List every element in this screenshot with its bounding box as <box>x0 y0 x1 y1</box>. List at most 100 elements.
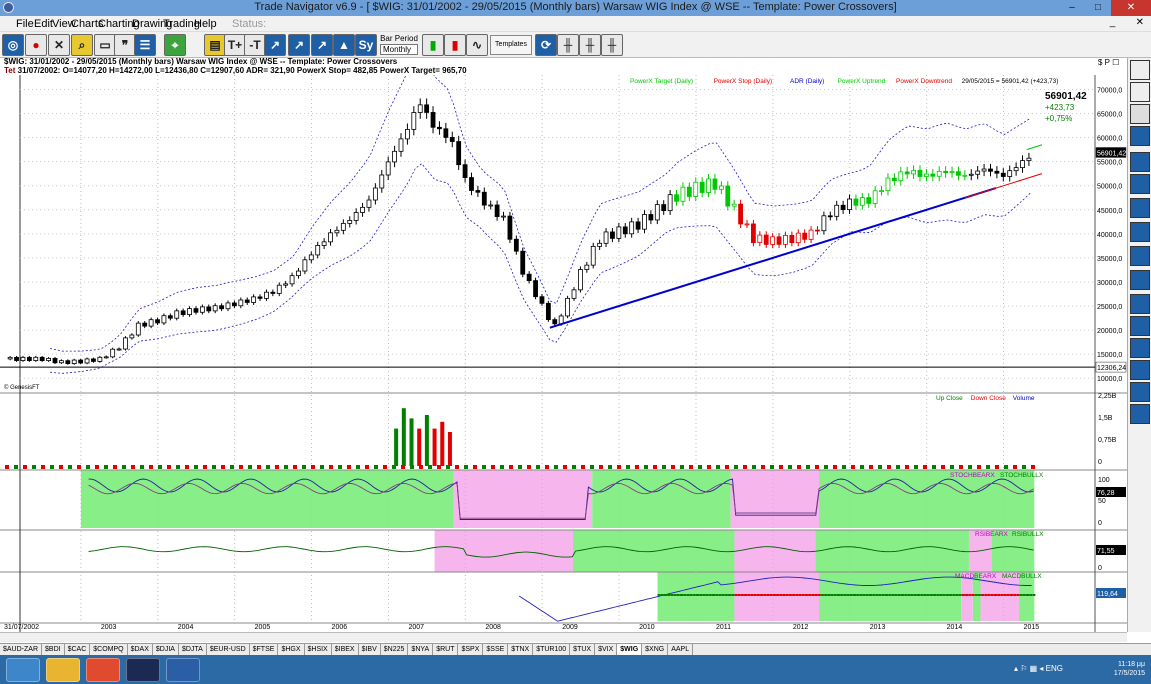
candle-body <box>456 141 462 166</box>
symbol-tab[interactable]: $DAX <box>128 644 153 655</box>
traffic-light-icon[interactable]: ● <box>25 34 47 56</box>
retracement-icon[interactable] <box>1130 360 1150 380</box>
signal-marker <box>671 465 675 469</box>
chart-plus-icon[interactable]: ↗ <box>311 34 333 56</box>
candle-chart-icon[interactable]: ▮ <box>444 34 466 56</box>
menu-file[interactable]: File <box>16 18 34 30</box>
dollar-icon[interactable] <box>1130 198 1150 218</box>
chart-corner-buttons[interactable]: $ P ☐ <box>1098 58 1119 67</box>
report-icon[interactable]: ▤ <box>204 34 226 56</box>
remove-indicator-icon[interactable]: -T <box>244 34 266 56</box>
macd-signal-marker <box>830 594 834 596</box>
symbol-tab[interactable]: $N225 <box>381 644 409 655</box>
symbol-tab[interactable]: $SPX <box>458 644 484 655</box>
stoch-axis-label: 50 <box>1098 498 1106 505</box>
zoom-out-icon[interactable]: ╫ <box>579 34 601 56</box>
macd-signal-marker <box>1029 594 1033 596</box>
symbol-tab[interactable]: $IBEX <box>332 644 359 655</box>
maximize-button[interactable]: □ <box>1085 0 1111 16</box>
symbol-tab[interactable]: $HSIX <box>305 644 332 655</box>
symbol-tab[interactable]: $WIG <box>617 644 643 655</box>
symbol-tab[interactable]: $DJIA <box>153 644 179 655</box>
candle-body <box>629 221 635 235</box>
menu-edit[interactable]: Edit <box>34 18 53 30</box>
symbol-tab[interactable]: $XNG <box>642 644 669 655</box>
word-icon[interactable] <box>166 658 200 682</box>
zoom-in-icon[interactable] <box>1130 82 1150 102</box>
symbol-icon[interactable]: Sy <box>355 34 377 56</box>
chart-info-text: $WIG: 31/01/2002 - 29/05/2015 (Monthly b… <box>4 57 398 66</box>
ellipse-icon[interactable] <box>1130 316 1150 336</box>
trade-navigator-icon[interactable] <box>126 658 160 682</box>
bar-period-value[interactable]: Monthly <box>380 44 418 55</box>
trade-icon[interactable]: ⌖ <box>164 34 186 56</box>
symbol-tab[interactable]: $HGX <box>278 644 305 655</box>
candle-body <box>405 128 410 140</box>
symbol-tab[interactable]: $RUT <box>433 644 459 655</box>
minimize-button[interactable]: – <box>1059 0 1085 16</box>
add-chart-icon[interactable]: ↗ <box>288 34 310 56</box>
language-indicator[interactable]: ENG <box>1046 664 1063 673</box>
symbol-tab[interactable]: $IBV <box>359 644 381 655</box>
templates-button[interactable]: Templates <box>490 35 532 55</box>
trendline-icon[interactable] <box>1130 152 1150 172</box>
symbol-tab[interactable]: $TNX <box>508 644 534 655</box>
text-icon[interactable] <box>1130 294 1150 314</box>
chart-svg[interactable]: 2003 2004 2005 2006 2007 2008 2009 2010 2011 2012… <box>0 47 1127 632</box>
quote-board-icon[interactable]: ▭ <box>94 34 116 56</box>
symbol-tab[interactable]: $EUR-USD <box>207 644 250 655</box>
line-chart-icon[interactable]: ↗ <box>264 34 286 56</box>
candle-body <box>770 236 776 245</box>
symbol-tab[interactable]: $CAC <box>65 644 91 655</box>
symbol-tab[interactable]: $SSE <box>483 644 509 655</box>
symbol-tab[interactable]: AAPL <box>668 644 694 655</box>
x-tick-label: 2010 <box>639 624 655 631</box>
chrome-icon[interactable] <box>86 658 120 682</box>
candle-body <box>603 231 609 244</box>
symbol-tab[interactable]: $BDI <box>42 644 65 655</box>
symbol-tab[interactable]: $TUR100 <box>533 644 571 655</box>
pitchfork-icon[interactable] <box>1130 382 1150 402</box>
mountain-icon[interactable]: ▲ <box>333 34 355 56</box>
zoom-out-icon[interactable] <box>1130 104 1150 124</box>
tools-icon[interactable]: ✕ <box>48 34 70 56</box>
menu-help[interactable]: Help <box>194 18 217 30</box>
x-tick-label: 2004 <box>178 624 194 631</box>
bar-chart-icon[interactable]: ▮ <box>422 34 444 56</box>
symbol-tab[interactable]: $NYA <box>408 644 434 655</box>
symbol-tab[interactable]: $TUX <box>570 644 596 655</box>
clock[interactable]: 11:18 μμ 17/5/2015 <box>1114 660 1145 678</box>
chart-area[interactable]: 2003 2004 2005 2006 2007 2008 2009 2010 2011 2012… <box>0 47 1127 632</box>
search-icon[interactable]: ⌕ <box>71 34 93 56</box>
bar-period-select[interactable]: Bar Period Monthly <box>380 34 418 56</box>
expand-icon[interactable] <box>1130 60 1150 80</box>
channel-icon[interactable] <box>1130 222 1150 242</box>
line-style-icon[interactable]: ∿ <box>466 34 488 56</box>
zoom-in-icon[interactable]: ╫ <box>557 34 579 56</box>
ie-icon[interactable] <box>6 658 40 682</box>
symbol-tab[interactable]: $COMPQ <box>90 644 128 655</box>
compress-icon[interactable]: ╫ <box>601 34 623 56</box>
horizontal-line-icon[interactable] <box>1130 246 1150 266</box>
refresh-icon[interactable]: ⟳ <box>535 34 557 56</box>
signal-marker <box>554 465 558 469</box>
symbol-tab[interactable]: $DJTA <box>179 644 207 655</box>
symbol-tab[interactable]: $FTSE <box>250 644 279 655</box>
system-tray[interactable]: ▴ ⚐ ▦ ◂ ENG <box>1014 664 1063 673</box>
explorer-icon[interactable] <box>46 658 80 682</box>
macd-signal-marker <box>913 594 917 596</box>
globe-icon[interactable]: ◎ <box>2 34 24 56</box>
horizontal-scrollbar[interactable] <box>0 632 1127 642</box>
mdi-controls[interactable]: _ ✕ <box>1110 17 1147 28</box>
list-icon[interactable]: ☰ <box>134 34 156 56</box>
symbol-tab[interactable]: $AUD-ZAR <box>0 644 43 655</box>
close-button[interactable]: ✕ <box>1111 0 1151 16</box>
fibonacci-icon[interactable] <box>1130 338 1150 358</box>
quote-icon[interactable]: ❞ <box>114 34 136 56</box>
gann-icon[interactable] <box>1130 404 1150 424</box>
add-indicator-icon[interactable]: T+ <box>224 34 246 56</box>
symbol-tab[interactable]: $VIX <box>595 644 618 655</box>
pointer-icon[interactable] <box>1130 126 1150 146</box>
ray-icon[interactable] <box>1130 174 1150 194</box>
vertical-line-icon[interactable] <box>1130 270 1150 290</box>
